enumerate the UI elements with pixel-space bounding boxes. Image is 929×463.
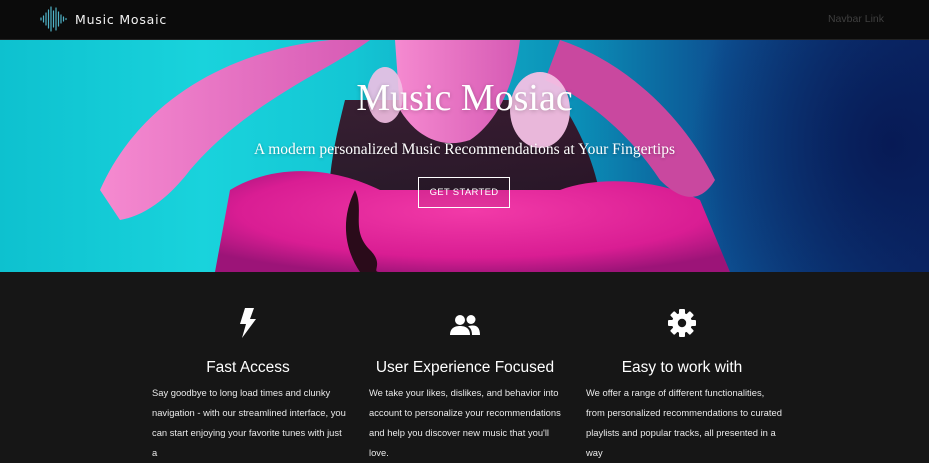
brand-name: Music Mosaic: [75, 11, 168, 27]
feature-text: Say goodbye to long load times and clunk…: [152, 387, 346, 458]
gear-icon: [668, 309, 696, 337]
lightning-bolt-icon: [240, 308, 256, 338]
get-started-button[interactable]: GET STARTED: [418, 177, 510, 208]
hero-subtitle: A modern personalized Music Recommendati…: [253, 141, 676, 158]
feature-title: Easy to work with: [621, 359, 743, 376]
feature-text: We offer a range of different functional…: [586, 387, 782, 458]
feature-title: Fast Access: [206, 359, 290, 376]
features-section: Fast Access Say goodbye to long load tim…: [0, 272, 929, 458]
users-icon: [450, 315, 480, 335]
sound-wave-logo-icon: [40, 6, 67, 32]
navbar-link[interactable]: Navbar Link: [828, 13, 884, 25]
navbar: Music Mosaic Navbar Link: [0, 0, 929, 40]
feature-text: We take your likes, dislikes, and behavi…: [369, 387, 561, 458]
hero-banner: Music Mosiac A modern personalized Music…: [0, 40, 929, 272]
feature-title: User Experience Focused: [375, 359, 555, 376]
hero-title: Music Mosiac: [356, 77, 573, 119]
brand-logo-link[interactable]: Music Mosaic: [40, 6, 167, 32]
